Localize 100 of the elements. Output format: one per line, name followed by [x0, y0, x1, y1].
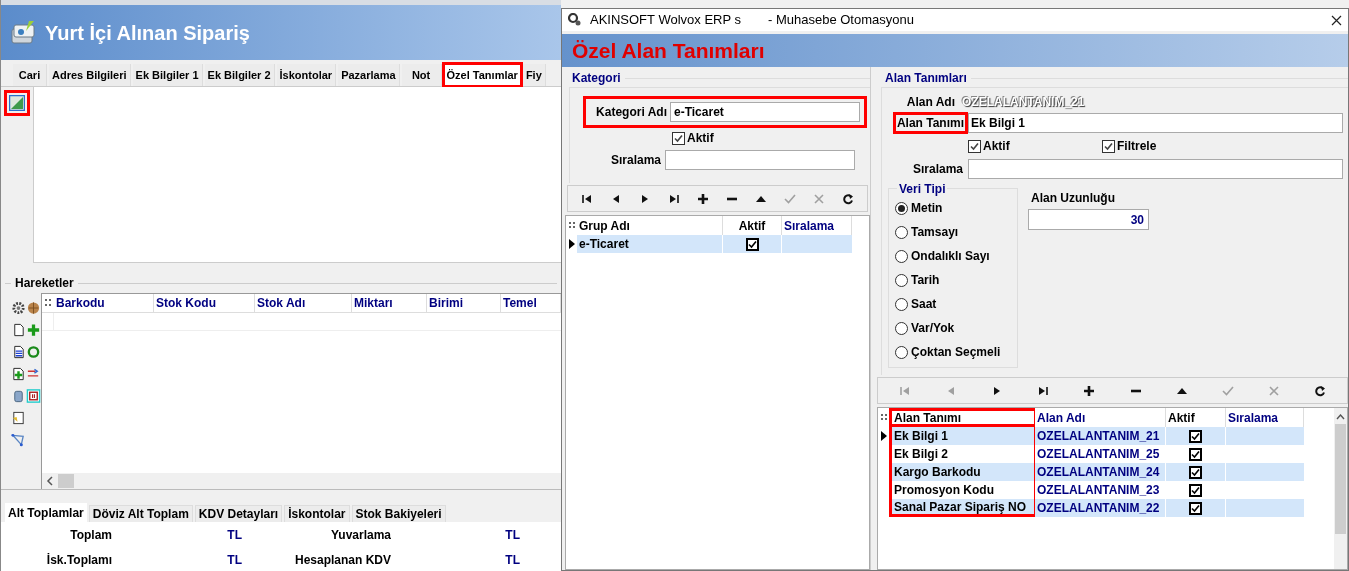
category-name-field[interactable]: e-Ticaret: [670, 102, 860, 122]
nodes-icon[interactable]: [11, 432, 26, 448]
column-header[interactable]: Birimi: [427, 294, 501, 312]
checkbox[interactable]: [968, 139, 981, 153]
box-icon[interactable]: [26, 300, 41, 316]
checkbox[interactable]: [1102, 139, 1115, 153]
checkbox-label: Aktif: [983, 138, 1010, 155]
grid-handle-icon: [42, 297, 54, 309]
radio-button[interactable]: [895, 273, 908, 287]
length-field[interactable]: 30: [1028, 209, 1149, 230]
table-cell: OZELALANTANIM_22: [1035, 499, 1166, 517]
checkbox[interactable]: [672, 131, 685, 145]
radio-label: Çoktan Seçmeli: [911, 344, 1001, 361]
cylinder-icon[interactable]: [11, 388, 26, 404]
order-field[interactable]: [968, 159, 1343, 179]
total-label: İsk.Toplamı: [45, 552, 112, 569]
checkbox[interactable]: [1189, 465, 1202, 479]
field-label: Alan Adı: [905, 94, 956, 111]
tab[interactable]: Döviz Alt Toplam: [88, 505, 193, 522]
tab[interactable]: Ek Bilgiler 2: [204, 64, 275, 86]
total-label: Yuvarlama: [329, 527, 391, 544]
tab[interactable]: Özel Tanımlar: [443, 64, 521, 86]
checkbox-label: Filtrele: [1117, 138, 1157, 155]
horizontal-scrollbar[interactable]: [42, 473, 561, 489]
last-record-icon[interactable]: [1037, 384, 1050, 397]
tab[interactable]: İskontolar: [276, 64, 337, 86]
text-document-icon[interactable]: [11, 344, 26, 360]
scroll-left-icon[interactable]: [46, 476, 54, 486]
tab[interactable]: Pazarlama: [338, 64, 400, 86]
table-cell: Promosyon Kodu: [889, 481, 1035, 499]
radio-label: Ondalıklı Sayı: [911, 248, 990, 265]
radio-button[interactable]: [895, 201, 908, 215]
add-icon[interactable]: [696, 192, 709, 205]
field-label: Alan Tanımı: [892, 112, 968, 134]
radio-button[interactable]: [895, 345, 908, 359]
app-title: AKINSOFT Wolvox ERP s: [590, 11, 742, 30]
checkbox[interactable]: [1189, 447, 1202, 461]
column-header[interactable]: Barkodu: [54, 294, 154, 312]
column-header[interactable]: Alan Tanımı: [889, 408, 1035, 427]
scroll-up-icon[interactable]: [1336, 414, 1345, 420]
table-cell: e-Ticaret: [577, 235, 723, 253]
total-label: Hesaplanan KDV: [293, 552, 391, 569]
window-title: Yurt İçi Alınan Sipariş: [45, 20, 250, 46]
radio-button[interactable]: [895, 297, 908, 311]
radio-label: Saat: [911, 296, 937, 313]
tab[interactable]: Adres Bilgileri: [49, 64, 131, 86]
field-label: Kategori Adı: [595, 104, 668, 121]
coin-icon[interactable]: [26, 344, 41, 360]
currency-label: TL: [504, 552, 521, 569]
pause-icon[interactable]: [26, 388, 41, 404]
tab[interactable]: Alt Toplamlar: [5, 503, 87, 522]
radio-button[interactable]: [895, 321, 908, 335]
checkbox[interactable]: [1189, 483, 1202, 497]
tab[interactable]: KDV Detayları: [194, 505, 283, 522]
grid-handle-icon: [879, 411, 889, 423]
column-header[interactable]: Stok Kodu: [154, 294, 255, 312]
scroll-thumb[interactable]: [58, 474, 74, 488]
document-icon[interactable]: [11, 322, 26, 338]
add-icon[interactable]: [1083, 384, 1096, 397]
table-cell: Ek Bilgi 1: [889, 427, 1035, 445]
field-label: Alan Uzunluğu: [1030, 190, 1116, 207]
radio-label: Tamsayı: [911, 224, 959, 241]
image-button[interactable]: [4, 90, 30, 116]
table-cell: OZELALANTANIM_24: [1035, 463, 1166, 481]
app-subtitle: - Muhasebe Otomasyonu: [768, 11, 915, 30]
column-header[interactable]: Stok Adı: [255, 294, 352, 312]
currency-label: TL: [226, 552, 243, 569]
tab[interactable]: Cari: [13, 64, 47, 86]
table-cell: Ek Bilgi 2: [889, 445, 1035, 463]
add-document-icon[interactable]: [11, 366, 26, 382]
tab[interactable]: İskontolar: [284, 505, 350, 522]
group-title: Hareketler: [15, 275, 74, 292]
close-icon[interactable]: [1331, 14, 1342, 26]
checkbox-label: Aktif: [687, 130, 714, 147]
currency-label: TL: [504, 527, 521, 544]
group-title: Kategori: [571, 70, 621, 87]
table-cell: Sanal Pazar Sipariş NO: [889, 499, 1035, 517]
first-record-icon[interactable]: [580, 192, 593, 205]
radio-label: Metin: [911, 200, 943, 217]
column-header[interactable]: Miktarı: [352, 294, 427, 312]
tab[interactable]: Fiy: [522, 64, 546, 86]
checkbox[interactable]: [745, 237, 759, 251]
grid-handle-icon: [567, 219, 577, 231]
checkbox[interactable]: [1189, 429, 1202, 443]
vertical-scrollbar[interactable]: [1334, 408, 1347, 569]
radio-button[interactable]: [895, 225, 908, 239]
refresh-icon[interactable]: [842, 192, 855, 205]
currency-label: TL: [226, 527, 243, 544]
refresh-icon[interactable]: [1313, 384, 1326, 397]
field-definition-input[interactable]: Ek Bilgi 1: [968, 113, 1343, 133]
table-cell: Kargo Barkodu: [889, 463, 1035, 481]
radio-button[interactable]: [895, 249, 908, 263]
tab[interactable]: Ek Bilgiler 1: [132, 64, 203, 86]
last-record-icon[interactable]: [667, 192, 680, 205]
order-field[interactable]: [665, 150, 855, 170]
field-label: Sıralama: [911, 161, 964, 178]
scroll-thumb[interactable]: [1335, 424, 1346, 534]
tab[interactable]: Stok Bakiyeleri: [351, 505, 446, 522]
tab[interactable]: Not: [401, 64, 442, 86]
checkbox[interactable]: [1189, 501, 1202, 515]
